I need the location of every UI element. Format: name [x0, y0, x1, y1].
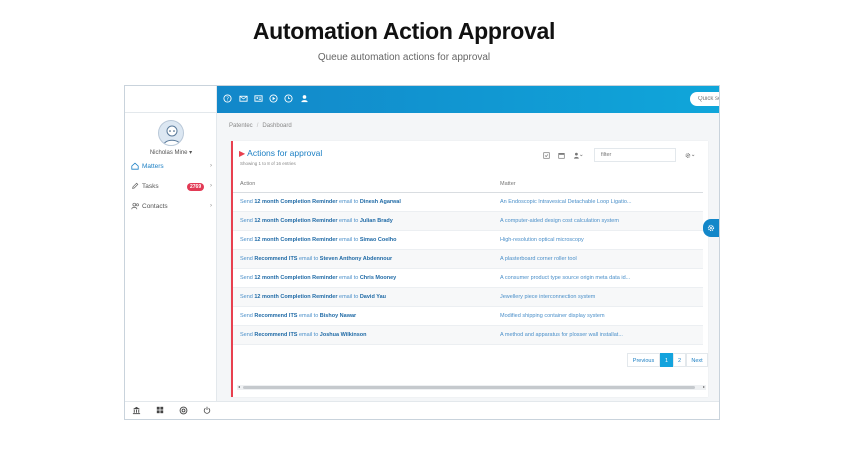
- avatar[interactable]: [158, 120, 184, 146]
- bottom-bar: [125, 401, 719, 419]
- caret-down-icon: ▾: [189, 150, 193, 156]
- help-icon[interactable]: ?: [222, 94, 232, 104]
- bank-icon[interactable]: [131, 406, 141, 416]
- table-row[interactable]: Send 12 month Completion Reminder email …: [233, 269, 703, 288]
- action-cell[interactable]: Send 12 month Completion Reminder email …: [240, 193, 401, 212]
- user-name: Nicholas Mine: [149, 150, 188, 156]
- table-row[interactable]: Send Recommend ITS email to Joshua Wilki…: [233, 326, 703, 345]
- support-icon[interactable]: [178, 406, 188, 416]
- quick-search-input[interactable]: [690, 92, 719, 106]
- column-header-action[interactable]: Action: [240, 176, 255, 192]
- clock-icon[interactable]: [283, 94, 293, 104]
- settings-dropdown-icon[interactable]: [684, 152, 696, 161]
- breadcrumb-current: Dashboard: [262, 123, 292, 129]
- contacts-icon: [131, 202, 140, 211]
- matter-link[interactable]: Jewellery piece interconnection system: [500, 288, 595, 307]
- play-icon[interactable]: [268, 94, 278, 104]
- matter-link[interactable]: An Endoscopic Intravesical Detachable Lo…: [500, 193, 631, 212]
- app-window: ? Nicholas Mine ▾: [124, 85, 720, 420]
- actions-panel: ▶ Actions for approval Showing 1 to 8 of …: [231, 141, 708, 397]
- action-cell[interactable]: Send 12 month Completion Reminder email …: [240, 288, 386, 307]
- table-row[interactable]: Send 12 month Completion Reminder email …: [233, 231, 703, 250]
- action-cell[interactable]: Send 12 month Completion Reminder email …: [240, 231, 397, 250]
- scrollbar-thumb[interactable]: [243, 386, 695, 389]
- home-icon: [131, 162, 140, 171]
- sidebar-item-label: Matters: [142, 163, 164, 170]
- matter-link[interactable]: A plasterboard corner roller tool: [500, 250, 577, 269]
- settings-gear-button[interactable]: [703, 219, 719, 237]
- table-row[interactable]: Send Recommend ITS email to Steven Antho…: [233, 250, 703, 269]
- page-1-button[interactable]: 1: [660, 353, 673, 367]
- user-filter-icon[interactable]: [573, 152, 584, 161]
- scroll-right-icon[interactable]: ▸: [703, 384, 705, 389]
- previous-page-button[interactable]: Previous: [627, 353, 660, 367]
- power-icon[interactable]: [202, 406, 212, 416]
- chevron-right-icon: ›: [210, 163, 212, 169]
- mail-icon[interactable]: [238, 94, 248, 104]
- breadcrumb: Patentec / Dashboard: [229, 123, 292, 129]
- page-2-button[interactable]: 2: [673, 353, 686, 367]
- matter-link[interactable]: High-resolution optical microscopy: [500, 231, 584, 250]
- filter-input[interactable]: [594, 148, 676, 162]
- user-upload-icon[interactable]: [299, 94, 309, 104]
- action-cell[interactable]: Send Recommend ITS email to Bishoy Nawar: [240, 307, 356, 326]
- matter-link[interactable]: A consumer product type source origin me…: [500, 269, 630, 288]
- matter-link[interactable]: A computer-aided design cost calculation…: [500, 212, 619, 231]
- horizontal-scrollbar[interactable]: ◂ ▸: [237, 384, 706, 390]
- panel-title: ▶ Actions for approval: [239, 148, 323, 158]
- check-square-icon[interactable]: [543, 152, 550, 161]
- grid-icon[interactable]: [155, 406, 165, 416]
- sidebar-item-label: Contacts: [142, 203, 168, 210]
- svg-text:?: ?: [226, 97, 229, 103]
- user-menu[interactable]: Nicholas Mine ▾: [125, 149, 217, 156]
- table-row[interactable]: Send 12 month Completion Reminder email …: [233, 288, 703, 307]
- action-cell[interactable]: Send 12 month Completion Reminder email …: [240, 269, 396, 288]
- sidebar-item-tasks[interactable]: Tasks 2769 ›: [125, 180, 217, 194]
- calendar-icon[interactable]: [558, 152, 565, 161]
- action-cell[interactable]: Send Recommend ITS email to Steven Antho…: [240, 250, 392, 269]
- action-cell[interactable]: Send Recommend ITS email to Joshua Wilki…: [240, 326, 367, 345]
- top-navbar: ?: [217, 86, 719, 113]
- action-cell[interactable]: Send 12 month Completion Reminder email …: [240, 212, 393, 231]
- sidebar-item-contacts[interactable]: Contacts ›: [125, 200, 217, 214]
- breadcrumb-link-patentec[interactable]: Patentec: [229, 123, 253, 129]
- chevron-right-icon: ›: [210, 183, 212, 189]
- sidebar: Nicholas Mine ▾ Matters › Tasks 2769 › C…: [125, 113, 217, 403]
- tasks-count-badge: 2769: [187, 183, 205, 191]
- chevron-right-icon: ›: [210, 203, 212, 209]
- flag-icon: ▶: [239, 149, 246, 158]
- pencil-icon: [131, 182, 140, 191]
- table-row[interactable]: Send 12 month Completion Reminder email …: [233, 193, 703, 212]
- table-row[interactable]: Send 12 month Completion Reminder email …: [233, 212, 703, 231]
- logo-area: [125, 86, 217, 113]
- matter-link[interactable]: Modified shipping container display syst…: [500, 307, 605, 326]
- entries-info: Showing 1 to 8 of 16 entries: [240, 161, 296, 166]
- page-title: Automation Action Approval: [252, 18, 556, 44]
- id-card-icon[interactable]: [253, 94, 263, 104]
- column-header-matter[interactable]: Matter: [500, 176, 516, 192]
- table-row[interactable]: Send Recommend ITS email to Bishoy Nawar…: [233, 307, 703, 326]
- next-page-button[interactable]: Next: [686, 353, 708, 367]
- scroll-left-icon[interactable]: ◂: [238, 384, 240, 389]
- sidebar-item-matters[interactable]: Matters ›: [125, 160, 217, 174]
- matter-link[interactable]: A method and apparatus for plosser wall …: [500, 326, 623, 345]
- sidebar-item-label: Tasks: [142, 183, 159, 190]
- page-subtitle: Queue automation actions for approval: [317, 52, 491, 63]
